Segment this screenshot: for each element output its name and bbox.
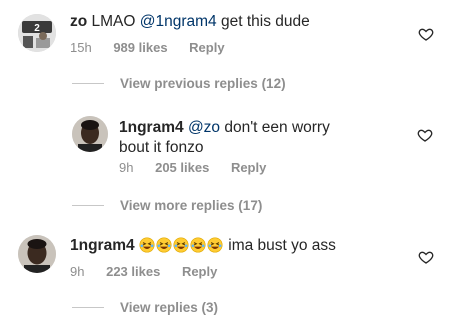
comment-2-meta: 9h 205 likes Reply [119, 160, 284, 175]
heart-outline-icon[interactable] [418, 249, 434, 265]
divider [72, 83, 104, 84]
view-previous-replies-label: View previous replies (12) [120, 76, 286, 91]
comment-1-body-a: LMAO [87, 13, 140, 30]
comment-2-text-line2: bout it fonzo [119, 139, 204, 156]
comment-2-likes[interactable]: 205 likes [155, 160, 209, 175]
comment-1-likes[interactable]: 989 likes [113, 40, 167, 55]
comment-3-reply-button[interactable]: Reply [182, 264, 217, 279]
grinning-squinting-face-emoji [173, 237, 189, 253]
avatar-1ngram4[interactable] [72, 116, 108, 152]
view-more-replies-label: View more replies (17) [120, 198, 263, 213]
view-previous-replies[interactable]: View previous replies (12) [72, 76, 286, 91]
comment-1-text: zo LMAO @1ngram4 get this dude [70, 12, 310, 32]
comment-3-text: 1ngram4 ima bust yo ass [70, 236, 336, 256]
avatar-zo[interactable]: 2 [18, 14, 56, 52]
grinning-squinting-face-emoji [190, 237, 206, 253]
view-more-replies[interactable]: View more replies (17) [72, 198, 262, 213]
comment-1-mention[interactable]: @1ngram4 [140, 13, 217, 30]
divider [72, 205, 104, 206]
grinning-squinting-face-emoji [139, 237, 155, 253]
comment-1-reply-button[interactable]: Reply [189, 40, 224, 55]
avatar-1ngram4[interactable] [18, 235, 56, 273]
comment-3-meta: 9h 223 likes Reply [70, 264, 235, 279]
comment-3-time: 9h [70, 264, 85, 279]
heart-outline-icon[interactable] [417, 127, 433, 143]
emoji-row [139, 237, 224, 254]
divider [72, 307, 104, 308]
comment-3-likes[interactable]: 223 likes [106, 264, 160, 279]
comment-1-time: 15h [70, 40, 92, 55]
heart-outline-icon[interactable] [418, 26, 434, 42]
comment-1-body-b: get this dude [216, 13, 310, 30]
comment-2-time: 9h [119, 160, 134, 175]
comment-3-body: ima bust yo ass [223, 237, 336, 254]
comment-2-body-a: don't een worry [220, 119, 330, 136]
grinning-squinting-face-emoji [207, 237, 223, 253]
grinning-squinting-face-emoji [156, 237, 172, 253]
comment-3-username[interactable]: 1ngram4 [70, 237, 135, 254]
svg-text:2: 2 [34, 23, 40, 34]
view-replies[interactable]: View replies (3) [72, 300, 218, 315]
comment-2-username[interactable]: 1ngram4 [119, 119, 184, 136]
comment-2-text: 1ngram4 @zo don't een worry [119, 118, 330, 138]
comment-2-reply-button[interactable]: Reply [231, 160, 266, 175]
comment-1-username[interactable]: zo [70, 13, 87, 30]
comment-2-mention[interactable]: @zo [188, 119, 220, 136]
comment-1-meta: 15h 989 likes Reply [70, 40, 243, 55]
view-replies-label: View replies (3) [120, 300, 219, 315]
